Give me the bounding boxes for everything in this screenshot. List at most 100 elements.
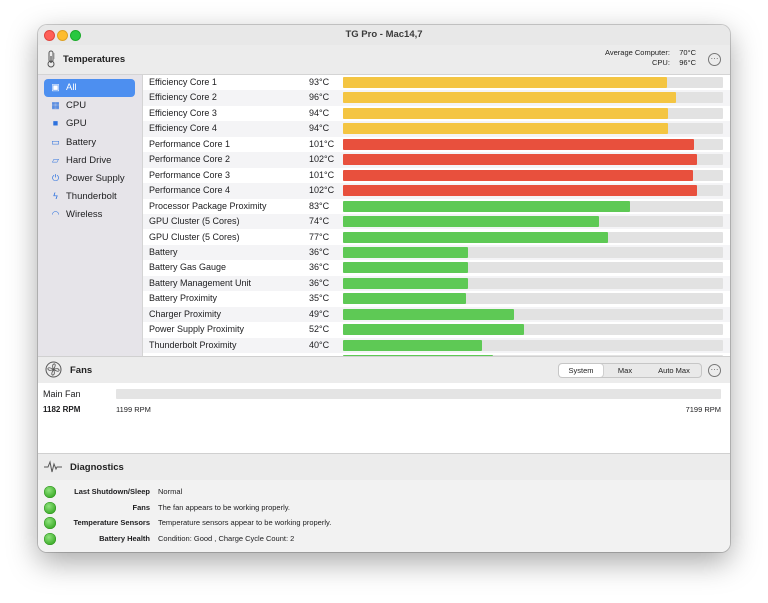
sidebar-item-all[interactable]: ▣ All bbox=[44, 79, 135, 97]
sensor-row[interactable]: Battery 36°C bbox=[143, 244, 730, 261]
temperature-bar-fill bbox=[343, 246, 469, 258]
sensor-temperature: 40°C bbox=[309, 339, 330, 350]
fans-more-button[interactable]: ··· bbox=[708, 364, 721, 377]
sensor-name: Performance Core 3 bbox=[149, 169, 231, 180]
sidebar-item-wireless[interactable]: ◠ Wireless bbox=[44, 206, 135, 224]
sensor-row[interactable]: Performance Core 1 101°C bbox=[143, 137, 730, 152]
sidebar-item-power-supply[interactable]: ⏻ Power Supply bbox=[44, 170, 135, 188]
sensor-row[interactable]: Efficiency Core 4 94°C bbox=[143, 121, 730, 137]
temperature-bar-fill bbox=[343, 123, 668, 135]
temperature-bar-track bbox=[343, 154, 723, 166]
sensor-name: Performance Core 4 bbox=[149, 185, 231, 196]
temperature-bar-track bbox=[343, 293, 723, 305]
fans-panel: Main Fan 1182 RPM 1199 RPM 7199 RPM bbox=[38, 383, 730, 453]
sensor-name: Battery Management Unit bbox=[149, 277, 252, 288]
temperature-bar-fill bbox=[343, 262, 469, 274]
sensor-row[interactable]: Power Supply Proximity 52°C bbox=[143, 322, 730, 337]
sensor-row[interactable]: Processor Package Proximity 83°C bbox=[143, 199, 730, 214]
sensor-row[interactable]: Efficiency Core 2 96°C bbox=[143, 90, 730, 106]
wifi-icon: ◠ bbox=[51, 209, 60, 220]
fan-mode-system[interactable]: System bbox=[559, 364, 603, 377]
sidebar-item-label: Power Supply bbox=[66, 173, 125, 184]
chip-all-icon: ▣ bbox=[51, 82, 60, 92]
sensor-temperature: 49°C bbox=[309, 308, 330, 319]
temperatures-title: Temperatures bbox=[63, 54, 126, 65]
diagnostics-title: Diagnostics bbox=[70, 462, 124, 473]
fan-mode-max[interactable]: Max bbox=[603, 364, 647, 377]
sensor-row[interactable]: Efficiency Core 3 94°C bbox=[143, 106, 730, 121]
sensor-name: Battery Proximity bbox=[149, 293, 218, 304]
temperature-bar-fill bbox=[343, 154, 698, 166]
temperature-bar-track bbox=[343, 138, 723, 150]
temperature-bar-fill bbox=[343, 277, 469, 289]
pulse-icon bbox=[44, 460, 62, 476]
temperature-bar-fill bbox=[343, 77, 668, 88]
diagnostic-label: Last Shutdown/Sleep bbox=[74, 487, 150, 496]
sidebar-item-gpu[interactable]: ■ GPU bbox=[44, 115, 135, 133]
fan-mode-auto-max[interactable]: Auto Max bbox=[647, 364, 701, 377]
sensor-row[interactable]: GPU Cluster (5 Cores) 74°C bbox=[143, 214, 730, 230]
temperature-bar-track bbox=[343, 324, 723, 336]
fan-speed-track bbox=[116, 389, 721, 399]
status-ok-icon bbox=[44, 517, 56, 530]
temperature-bar-fill bbox=[343, 231, 608, 243]
sensor-row[interactable]: GPU Cluster (5 Cores) 77°C bbox=[143, 230, 730, 245]
cpu-icon: ▦ bbox=[51, 100, 60, 111]
temperature-bar-track bbox=[343, 200, 723, 212]
temperature-bar-track bbox=[343, 277, 723, 289]
diagnostic-status-text: Normal bbox=[158, 487, 183, 496]
temperature-bar-fill bbox=[343, 138, 695, 150]
diagnostic-label: Fans bbox=[132, 502, 150, 512]
diagnostic-row: Temperature Sensors Temperature sensors a… bbox=[38, 516, 730, 531]
temperature-bar-fill bbox=[343, 169, 693, 181]
sidebar-item-label: GPU bbox=[66, 118, 87, 130]
fan-mode-control[interactable]: System Max Auto Max bbox=[558, 363, 702, 378]
sensor-name: Battery Gas Gauge bbox=[149, 262, 227, 273]
status-ok-icon bbox=[44, 501, 56, 514]
temperature-bar-fill bbox=[343, 216, 600, 228]
sensor-name: Power Supply Proximity bbox=[149, 324, 245, 335]
diagnostics-panel: Last Shutdown/Sleep Normal Fans The fan app… bbox=[38, 480, 730, 552]
sensor-name: Battery bbox=[149, 246, 178, 257]
sidebar-item-thunderbolt[interactable]: ϟ Thunderbolt bbox=[44, 188, 135, 206]
sensor-name: Efficiency Core 4 bbox=[149, 123, 217, 134]
power-icon: ⏻ bbox=[51, 173, 60, 183]
temperatures-more-button[interactable]: ··· bbox=[708, 53, 721, 66]
sensor-row[interactable]: Efficiency Core 1 93°C bbox=[143, 75, 730, 90]
sensor-temperature: 36°C bbox=[309, 277, 330, 288]
sensor-row[interactable]: Thunderbolt Proximity 40°C bbox=[143, 337, 730, 354]
fan-min-rpm: 1199 RPM bbox=[116, 405, 151, 414]
sensor-row[interactable]: Performance Core 4 102°C bbox=[143, 183, 730, 199]
sidebar-item-hard-drive[interactable]: ▱ Hard Drive bbox=[44, 152, 135, 170]
diagnostic-status-text: Temperature sensors appear to be working… bbox=[158, 518, 332, 528]
sensor-list[interactable]: Efficiency Core 1 93°C Efficiency Core 2 96… bbox=[143, 75, 730, 356]
temperature-bar-fill bbox=[343, 293, 467, 305]
temperature-bar-track bbox=[343, 123, 723, 135]
window-title: TG Pro - Mac14,7 bbox=[345, 29, 423, 40]
temperature-bar-track bbox=[343, 216, 723, 228]
temperature-bar-fill bbox=[343, 107, 668, 119]
temperature-bar-fill bbox=[343, 185, 698, 197]
status-ok-icon bbox=[44, 532, 56, 545]
sensor-category-sidebar: ▣ All ▦ CPU ■ GPU ▭ Battery ▱ Hard Drive ⏻ Power Su… bbox=[38, 75, 143, 356]
sidebar-item-label: Thunderbolt bbox=[66, 191, 117, 203]
sensor-temperature: 35°C bbox=[309, 293, 330, 304]
temperature-bar-fill bbox=[343, 308, 514, 320]
sidebar-item-battery[interactable]: ▭ Battery bbox=[44, 134, 135, 152]
sensor-row[interactable]: Performance Core 3 101°C bbox=[143, 168, 730, 183]
sensor-row[interactable]: Performance Core 2 102°C bbox=[143, 152, 730, 168]
temperature-bar-track bbox=[343, 246, 723, 258]
fan-current-rpm: 1182 RPM bbox=[43, 405, 81, 414]
average-readout: Average Computer: 70°C CPU: 96°C bbox=[605, 48, 696, 68]
sidebar-item-cpu[interactable]: ▦ CPU bbox=[44, 97, 135, 115]
hard-drive-icon: ▱ bbox=[52, 154, 59, 165]
sensor-row[interactable]: Battery Management Unit 36°C bbox=[143, 275, 730, 292]
sidebar-item-label: Hard Drive bbox=[66, 154, 112, 166]
sensor-row[interactable]: Battery Gas Gauge 36°C bbox=[143, 260, 730, 275]
sensor-name: Efficiency Core 1 bbox=[149, 77, 217, 87]
app-window: TG Pro - Mac14,7 Temperatures Average Co… bbox=[38, 25, 730, 552]
sensor-row[interactable]: Charger Proximity 49°C bbox=[143, 306, 730, 323]
average-computer-label: Average Computer: bbox=[605, 48, 670, 57]
diagnostic-row: Fans The fan appears to be working proper… bbox=[38, 501, 730, 516]
sensor-row[interactable]: Battery Proximity 35°C bbox=[143, 291, 730, 306]
